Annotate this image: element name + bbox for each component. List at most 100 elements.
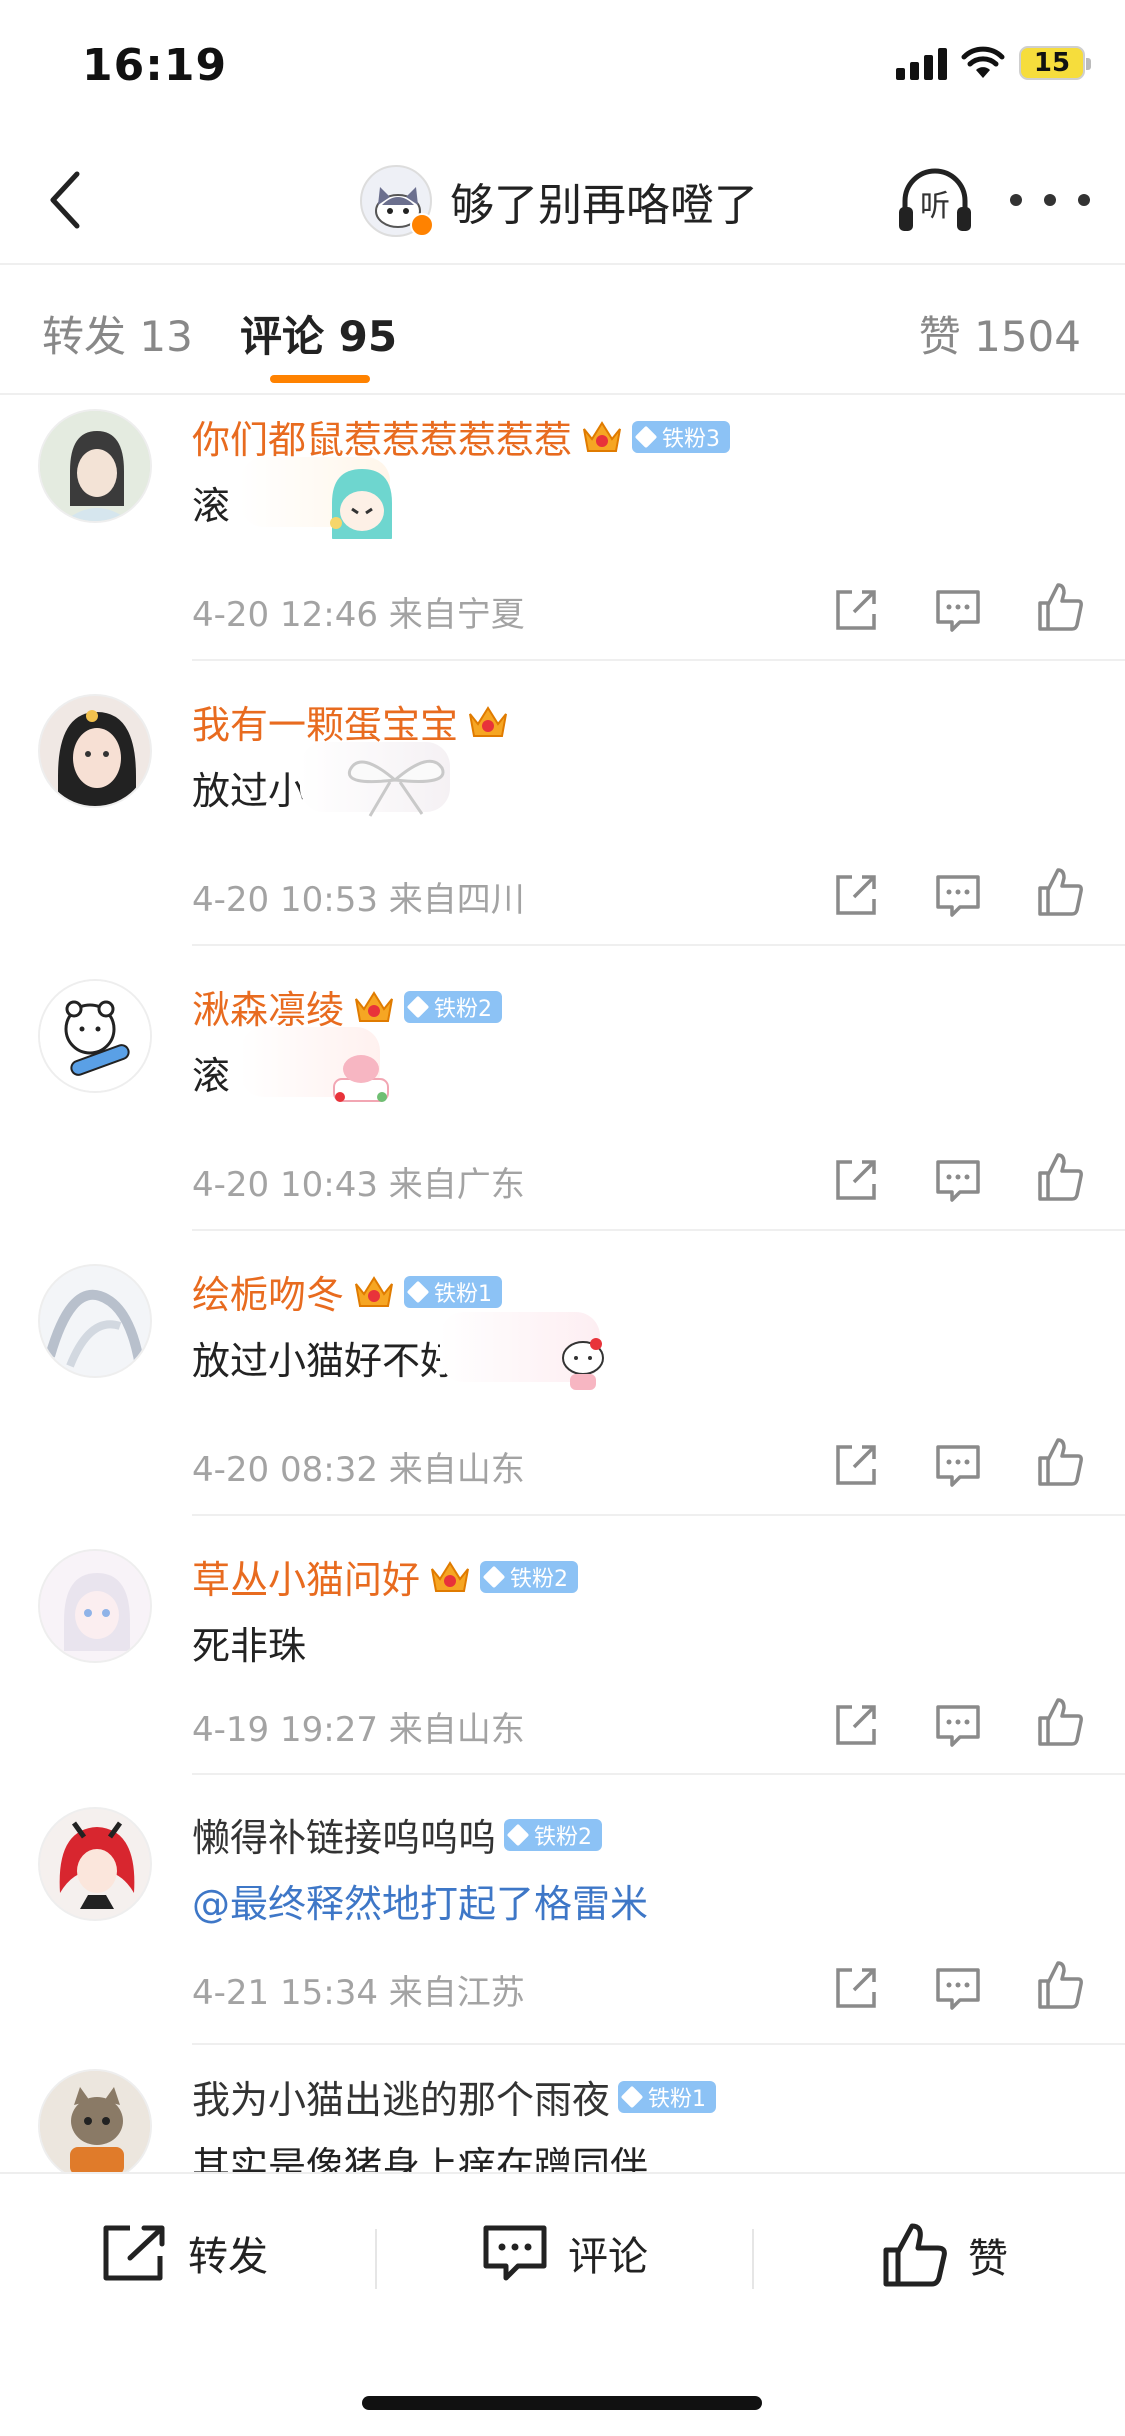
more-button[interactable] <box>1010 180 1090 220</box>
comment-item: 草丛小猫问好 铁粉2 死非珠 4-19 19:27 来自山东 <box>0 1537 1125 1775</box>
avatar[interactable] <box>38 409 152 523</box>
fan-badge: 铁粉1 <box>404 1275 503 1308</box>
tab-comment[interactable]: 评论 95 <box>240 303 397 364</box>
fan-badge-label: 铁粉1 <box>434 1281 493 1307</box>
divider <box>752 2229 754 2289</box>
ribbon-sticker-icon <box>347 759 445 817</box>
username[interactable]: 绘栀吻冬 <box>192 1264 344 1319</box>
fan-badge-label: 铁粉2 <box>510 1566 569 1592</box>
status-icons: 15 <box>896 46 1091 80</box>
diamond-icon <box>406 1280 430 1303</box>
divider <box>192 1229 1125 1231</box>
diamond-icon <box>620 2085 644 2108</box>
comment-item: 我为小猫出逃的那个雨夜 铁粉1 其实是像猪身上痒在蹭同伴 <box>0 2057 1125 2172</box>
user-row: 草丛小猫问好 铁粉2 <box>192 1549 579 1604</box>
divider <box>192 1773 1125 1775</box>
page-title: 够了别再咯噔了 <box>450 180 758 231</box>
reply-icon[interactable] <box>930 1697 986 1753</box>
user-row: 湫森凛绫 铁粉2 <box>192 979 503 1034</box>
bottom-comment-label: 评论 <box>568 2234 648 2280</box>
avatar[interactable] <box>38 979 152 1093</box>
share-icon[interactable] <box>828 582 884 638</box>
share-icon[interactable] <box>828 1437 884 1493</box>
diamond-icon <box>506 1823 530 1846</box>
avatar[interactable] <box>38 1264 152 1378</box>
share-icon[interactable] <box>828 1960 884 2016</box>
fan-badge: 铁粉2 <box>480 1560 579 1593</box>
mention-link[interactable]: @最终释然地打起了格雷米 <box>192 1873 648 1928</box>
reply-icon[interactable] <box>930 1960 986 2016</box>
reply-icon[interactable] <box>930 867 986 923</box>
user-row: 你们都鼠惹惹惹惹惹惹 铁粉3 <box>192 409 731 464</box>
username[interactable]: 我为小猫出逃的那个雨夜 <box>192 2069 610 2124</box>
user-avatar-icon <box>40 696 150 806</box>
comment-text: 滚 <box>192 484 231 528</box>
battery-level: 15 <box>1033 48 1071 78</box>
diamond-icon <box>634 425 658 448</box>
listen-button[interactable]: 听 <box>895 163 975 239</box>
like-icon[interactable] <box>1032 1957 1088 2013</box>
fan-badge: 铁粉3 <box>632 420 731 453</box>
username[interactable]: 我有一颗蛋宝宝 <box>192 694 458 749</box>
avatar[interactable] <box>360 165 434 237</box>
comment-meta: 4-19 19:27 来自山东 <box>192 1710 525 1750</box>
comment-text: 其实是像猪身上痒在蹭同伴 <box>192 2144 649 2172</box>
bottom-like-button[interactable]: 赞 <box>880 2222 1008 2288</box>
back-button[interactable] <box>30 165 100 235</box>
bottom-action-bar: 转发 评论 赞 <box>0 2172 1125 2436</box>
more-dot-icon <box>1010 194 1022 206</box>
fan-badge: 铁粉2 <box>404 990 503 1023</box>
cellular-signal-icon <box>896 46 947 80</box>
username[interactable]: 你们都鼠惹惹惹惹惹惹 <box>192 409 572 464</box>
reply-icon[interactable] <box>930 1437 986 1493</box>
like-icon[interactable] <box>1032 579 1088 635</box>
comment-meta: 4-20 12:46 来自宁夏 <box>192 595 525 635</box>
comment-item: 我有一颗蛋宝宝 放过小猫 4-20 10:53 来自四川 <box>0 682 1125 946</box>
share-icon[interactable] <box>828 867 884 923</box>
reply-icon[interactable] <box>930 582 986 638</box>
avatar[interactable] <box>38 1549 152 1663</box>
like-icon[interactable] <box>1032 1694 1088 1750</box>
user-row: 绘栀吻冬 铁粉1 <box>192 1264 503 1319</box>
username[interactable]: 懒得补链接呜呜呜 <box>192 1807 496 1862</box>
bottom-repost-button[interactable]: 转发 <box>100 2222 268 2284</box>
fan-badge-label: 铁粉2 <box>434 996 493 1022</box>
hello-kitty-sticker-icon <box>562 1338 604 1390</box>
avatar[interactable] <box>38 2069 152 2172</box>
chevron-left-icon <box>50 171 80 229</box>
like-icon[interactable] <box>1032 1434 1088 1490</box>
avatar[interactable] <box>38 1807 152 1921</box>
fan-badge-label: 铁粉1 <box>648 2086 707 2112</box>
like-icon[interactable] <box>1032 1149 1088 1205</box>
tab-like[interactable]: 赞 1504 <box>919 303 1081 364</box>
fan-badge-label: 铁粉2 <box>534 1824 593 1850</box>
fan-badge: 铁粉1 <box>618 2080 717 2113</box>
comment-item: 你们都鼠惹惹惹惹惹惹 铁粉3 滚 4-20 12:46 来自宁夏 <box>0 397 1125 661</box>
tab-bar: 转发 13 评论 95 赞 1504 <box>0 265 1125 395</box>
username[interactable]: 湫森凛绫 <box>192 979 344 1034</box>
thumbs-up-icon <box>883 2223 947 2287</box>
nav-title-group[interactable]: 够了别再咯噔了 <box>360 165 758 237</box>
tab-repost[interactable]: 转发 13 <box>42 303 193 364</box>
username[interactable]: 草丛小猫问好 <box>192 1549 420 1604</box>
like-icon[interactable] <box>1032 864 1088 920</box>
user-row: 我有一颗蛋宝宝 <box>192 694 510 749</box>
bottom-comment-button[interactable]: 评论 <box>480 2222 648 2284</box>
crown-icon <box>428 1557 472 1597</box>
fan-badge: 铁粉2 <box>504 1818 603 1851</box>
bottom-repost-label: 转发 <box>188 2234 268 2280</box>
user-row: 我为小猫出逃的那个雨夜 铁粉1 <box>192 2069 717 2124</box>
diamond-icon <box>406 995 430 1018</box>
comment-item: 绘栀吻冬 铁粉1 放过小猫好不好? 4-20 08:32 来自山东 <box>0 1252 1125 1516</box>
listen-label: 听 <box>920 189 950 224</box>
avatar[interactable] <box>38 694 152 808</box>
share-icon[interactable] <box>828 1152 884 1208</box>
home-indicator <box>362 2396 762 2410</box>
reply-icon[interactable] <box>930 1152 986 1208</box>
comment-meta: 4-20 08:32 来自山东 <box>192 1450 525 1490</box>
crown-icon <box>352 987 396 1027</box>
more-dot-icon <box>1078 194 1090 206</box>
pig-cake-sticker-icon <box>333 1055 389 1102</box>
share-icon[interactable] <box>828 1697 884 1753</box>
comment-item: 懒得补链接呜呜呜 铁粉2 @最终释然地打起了格雷米 4-21 15:34 来自江… <box>0 1795 1125 2045</box>
